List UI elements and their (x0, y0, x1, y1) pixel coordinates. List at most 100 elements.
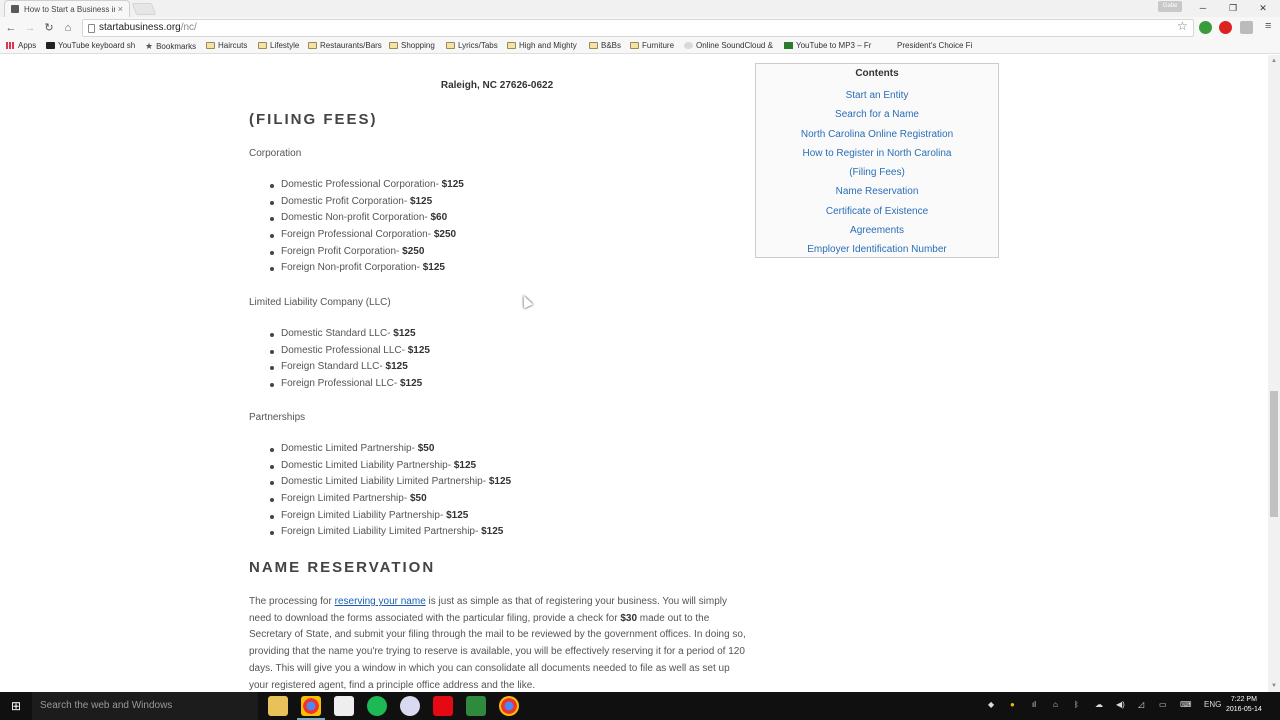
tray-battery-icon[interactable]: ▭ (1159, 700, 1167, 709)
list-item: Domestic Standard LLC- $125 (266, 326, 430, 343)
tray-network-icon[interactable]: ıl (1032, 700, 1036, 709)
site-favicon-icon (11, 5, 19, 13)
new-tab-button[interactable] (131, 3, 157, 15)
list-item: Foreign Limited Liability Partnership- $… (266, 508, 511, 525)
list-item: Domestic Non-profit Corporation- $60 (266, 210, 464, 227)
folder-icon (258, 42, 267, 49)
chrome-app-icon[interactable] (499, 696, 519, 716)
toc-link-filing-fees[interactable]: (Filing Fees) (756, 163, 998, 182)
back-arrow-icon[interactable]: ← (3, 20, 19, 36)
address-bar[interactable]: startabusiness.org/nc/ (82, 19, 1194, 37)
list-item: Domestic Professional Corporation- $125 (266, 177, 464, 194)
list-item: Foreign Standard LLC- $125 (266, 359, 430, 376)
scroll-up-icon[interactable]: ▲ (1268, 55, 1280, 67)
taskbar-search-box[interactable]: Search the web and Windows (32, 692, 258, 720)
tray-bluetooth-icon[interactable]: ᛒ (1074, 700, 1079, 709)
bookmark-presidents-choice[interactable]: President's Choice Fi (885, 41, 972, 50)
bookmark-bookmarks[interactable]: ★ Bookmarks (145, 41, 196, 52)
extension-cast-icon[interactable] (1240, 21, 1253, 34)
page-icon (885, 42, 894, 49)
bookmark-youtube-mp3[interactable]: YouTube to MP3 – Fr (784, 41, 871, 50)
itunes-icon[interactable] (400, 696, 420, 716)
list-item: Foreign Profit Corporation- $250 (266, 244, 464, 261)
minimize-icon[interactable]: ─ (1188, 0, 1218, 17)
taskbar-clock[interactable]: 7:22 PM 2016-05-14 (1226, 695, 1262, 715)
tray-keyboard-icon[interactable]: ⌨ (1180, 700, 1192, 709)
folder-icon (589, 42, 598, 49)
llc-fee-list: Domestic Standard LLC- $125 Domestic Pro… (266, 326, 430, 393)
extension-green-icon[interactable] (1199, 21, 1212, 34)
reload-icon[interactable]: ↻ (41, 20, 57, 36)
bookmark-youtube-keyboard[interactable]: YouTube keyboard sh (46, 41, 135, 50)
bookmark-apps[interactable]: Apps (6, 41, 36, 50)
toc-link-certificate-existence[interactable]: Certificate of Existence (756, 202, 998, 221)
browser-tab[interactable]: How to Start a Business in × (4, 0, 130, 17)
reserving-name-link[interactable]: reserving your name (335, 596, 426, 607)
bookmark-folder-furniture[interactable]: Furniture (630, 41, 674, 50)
url-path: /nc/ (180, 22, 197, 33)
bookmark-folder-restaurants[interactable]: Restaurants/Bars (308, 41, 382, 50)
list-item: Foreign Professional Corporation- $250 (266, 227, 464, 244)
tray-usb-icon[interactable]: ⌂ (1053, 700, 1058, 709)
star-icon: ★ (145, 41, 154, 51)
list-item: Foreign Limited Liability Limited Partne… (266, 524, 511, 541)
apps-icon (6, 42, 15, 49)
folder-icon (446, 42, 455, 49)
name-reservation-paragraph: The processing for reserving your name i… (249, 596, 746, 691)
list-item: Domestic Limited Liability Limited Partn… (266, 474, 511, 491)
extension-opera-icon[interactable] (1219, 21, 1232, 34)
toc-link-name-reservation[interactable]: Name Reservation (756, 182, 998, 201)
list-item: Domestic Limited Liability Partnership- … (266, 458, 511, 475)
language-indicator[interactable]: ENG (1204, 700, 1221, 709)
corporation-label: Corporation (249, 148, 302, 159)
partnerships-fee-list: Domestic Limited Partnership- $50 Domest… (266, 441, 511, 541)
windows-start-icon[interactable]: ⊞ (0, 692, 32, 720)
scroll-down-icon[interactable]: ▼ (1268, 680, 1280, 692)
tray-cloud-icon[interactable]: ☁ (1095, 700, 1103, 709)
name-reservation-heading: NAME RESERVATION (249, 559, 436, 576)
page-scrollbar[interactable]: ▲ ▼ (1268, 55, 1280, 692)
folder-icon (389, 42, 398, 49)
bookmark-folder-bnbs[interactable]: B&Bs (589, 41, 621, 50)
clock-time: 7:22 PM (1230, 696, 1257, 703)
home-icon[interactable]: ⌂ (60, 20, 76, 36)
mail-icon[interactable] (334, 696, 354, 716)
bookmark-soundcloud[interactable]: Online SoundCloud & (684, 41, 773, 50)
profile-button[interactable]: Gabe (1158, 1, 1182, 12)
file-explorer-icon[interactable] (268, 696, 288, 716)
scroll-thumb[interactable] (1270, 391, 1278, 517)
list-item: Foreign Limited Partnership- $50 (266, 491, 511, 508)
clock-date: 2016-05-14 (1226, 706, 1262, 713)
bookmark-star-icon[interactable]: ☆ (1177, 19, 1188, 33)
bookmark-folder-lifestyle[interactable]: Lifestyle (258, 41, 299, 50)
bookmark-folder-shopping[interactable]: Shopping (389, 41, 435, 50)
green-app-icon[interactable] (466, 696, 486, 716)
tray-norton-icon[interactable]: ● (1010, 700, 1015, 709)
forward-arrow-icon[interactable]: → (22, 20, 38, 36)
toc-link-ein[interactable]: Employer Identification Number (756, 240, 998, 259)
tray-shield-icon[interactable]: ◆ (988, 700, 994, 709)
bookmark-folder-haircuts[interactable]: Haircuts (206, 41, 247, 50)
tray-wifi-icon[interactable]: ◿ (1138, 700, 1144, 709)
bookmark-folder-lyrics[interactable]: Lyrics/Tabs (446, 41, 498, 50)
bookmark-folder-high-and-mighty[interactable]: High and Mighty (507, 41, 577, 50)
toc-link-how-to-register[interactable]: How to Register in North Carolina (756, 144, 998, 163)
tab-close-icon[interactable]: × (118, 4, 123, 14)
contents-title: Contents (855, 68, 899, 79)
list-item: Domestic Profit Corporation- $125 (266, 194, 464, 211)
toc-link-search-name[interactable]: Search for a Name (756, 105, 998, 124)
tray-volume-icon[interactable]: ◀) (1116, 700, 1125, 709)
restore-icon[interactable]: ❐ (1218, 0, 1248, 17)
spotify-icon[interactable] (367, 696, 387, 716)
contents-box: Contents Start an Entity Search for a Na… (755, 63, 999, 258)
toc-link-online-registration[interactable]: North Carolina Online Registration (756, 125, 998, 144)
netflix-icon[interactable] (433, 696, 453, 716)
toc-link-start-entity[interactable]: Start an Entity (756, 86, 998, 105)
url-host: startabusiness.org (99, 22, 181, 33)
toc-link-agreements[interactable]: Agreements (756, 221, 998, 240)
folder-icon (308, 42, 317, 49)
youtube-icon (46, 42, 55, 49)
chrome-menu-icon[interactable]: ≡ (1265, 20, 1271, 32)
close-window-icon[interactable]: ✕ (1248, 0, 1278, 17)
chrome-icon[interactable] (297, 696, 325, 720)
